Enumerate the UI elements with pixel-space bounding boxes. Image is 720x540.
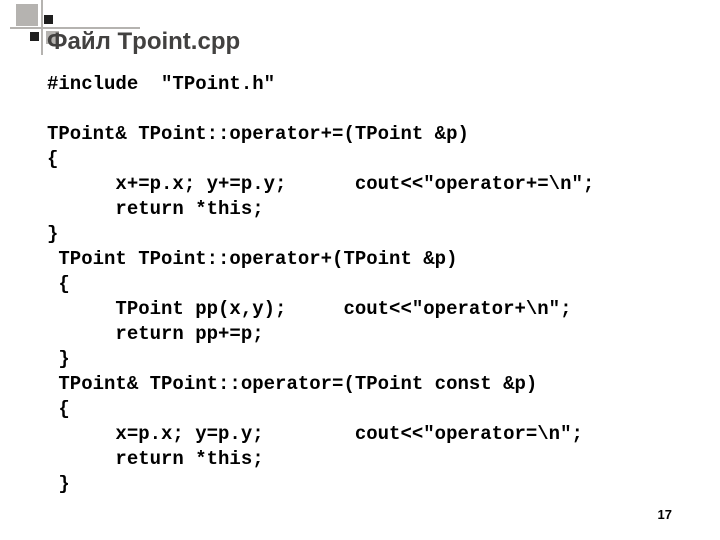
slide-title: Файл Tpoint.cpp (47, 28, 240, 56)
page-number: 17 (658, 507, 672, 522)
code-block: #include "TPoint.h" TPoint& TPoint::oper… (47, 72, 680, 497)
slide: Файл Tpoint.cpp #include "TPoint.h" TPoi… (0, 0, 720, 540)
